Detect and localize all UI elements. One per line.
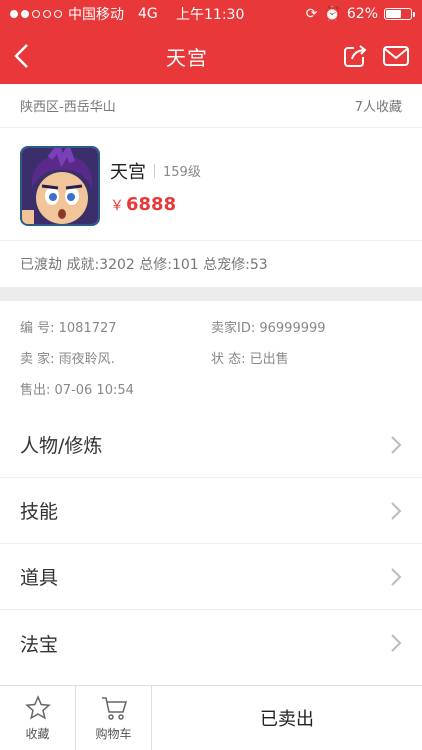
name-row: 天宫 159级 bbox=[110, 158, 201, 184]
chevron-right-icon bbox=[391, 501, 402, 520]
character-name: 天宫 bbox=[110, 161, 146, 183]
network-label: 4G bbox=[138, 6, 158, 22]
details-grid: 编 号: 1081727 卖家ID: 96999999 卖 家: 雨夜聆风. 状… bbox=[0, 301, 422, 412]
price-value: 6888 bbox=[126, 193, 177, 215]
status-right: ⟳ ⏰ 62% bbox=[305, 6, 415, 22]
nav-actions bbox=[342, 43, 410, 69]
page-title: 天宫 bbox=[166, 45, 208, 70]
favorite-count: 7人收藏 bbox=[354, 100, 402, 115]
cart-button[interactable]: 购物车 bbox=[76, 686, 152, 750]
section-divider bbox=[0, 287, 422, 301]
item-id: 编 号: 1081727 bbox=[20, 321, 117, 336]
chevron-right-icon bbox=[391, 435, 402, 454]
share-button[interactable] bbox=[342, 43, 368, 69]
favorite-button[interactable]: 收藏 bbox=[0, 686, 76, 750]
header: 中国移动 4G 上午11:30 ⟳ ⏰ 62% 天宫 bbox=[0, 0, 422, 84]
character-level: 159级 bbox=[163, 165, 201, 180]
sold-status: 已卖出 bbox=[260, 709, 314, 730]
cart-label: 购物车 bbox=[95, 726, 132, 741]
character-avatar bbox=[20, 146, 100, 226]
share-icon bbox=[344, 45, 367, 67]
stats-line: 已渡劫 成就:3202 总修:101 总宠修:53 bbox=[20, 257, 268, 273]
menu-item-label: 道具 bbox=[20, 567, 59, 589]
chevron-left-icon bbox=[14, 44, 28, 68]
battery-icon bbox=[384, 8, 415, 20]
alarm-icon: ⏰ bbox=[323, 6, 341, 22]
star-icon bbox=[24, 694, 51, 720]
sold-time: 售出: 07-06 10:54 bbox=[20, 383, 134, 398]
chevron-right-icon bbox=[391, 567, 402, 586]
menu-item-label: 技能 bbox=[20, 501, 59, 523]
status-left: 中国移动 4G bbox=[10, 4, 158, 24]
seller-name: 卖 家: 雨夜聆风. bbox=[20, 352, 115, 367]
nav-bar: 天宫 bbox=[0, 28, 422, 84]
character-card: 天宫 159级 ￥ 6888 bbox=[0, 128, 422, 241]
mail-icon bbox=[383, 46, 409, 66]
price: ￥ 6888 bbox=[110, 194, 201, 215]
status-bar: 中国移动 4G 上午11:30 ⟳ ⏰ 62% bbox=[0, 0, 422, 28]
menu-item-character[interactable]: 人物/修炼 bbox=[0, 412, 422, 478]
character-info: 天宫 159级 ￥ 6888 bbox=[110, 158, 201, 215]
menu-item-label: 人物/修炼 bbox=[20, 435, 103, 457]
carrier-label: 中国移动 bbox=[68, 7, 124, 23]
cart-icon bbox=[101, 696, 127, 720]
favorite-label: 收藏 bbox=[25, 726, 50, 741]
menu-item-label: 法宝 bbox=[20, 633, 59, 656]
menu-item-treasures[interactable]: 法宝 bbox=[0, 610, 422, 676]
message-button[interactable] bbox=[382, 44, 410, 68]
currency-symbol: ￥ bbox=[110, 197, 124, 214]
server-name: 陕西区-西岳华山 bbox=[20, 100, 116, 115]
region-bar: 陕西区-西岳华山 7人收藏 bbox=[0, 84, 422, 128]
lock-rotation-icon: ⟳ bbox=[305, 6, 318, 22]
menu-list: 人物/修炼 技能 道具 法宝 bbox=[0, 412, 422, 676]
seller-id: 卖家ID: 96999999 bbox=[211, 321, 326, 336]
menu-item-skills[interactable]: 技能 bbox=[0, 478, 422, 544]
divider bbox=[154, 163, 155, 178]
sale-status: 状 态: 已出售 bbox=[211, 352, 289, 367]
menu-item-items[interactable]: 道具 bbox=[0, 544, 422, 610]
battery-percent: 62% bbox=[346, 6, 378, 22]
chevron-right-icon bbox=[391, 634, 402, 652]
back-button[interactable] bbox=[12, 43, 32, 69]
status-time: 上午11:30 bbox=[176, 7, 245, 23]
bottom-bar: 收藏 购物车 已卖出 bbox=[0, 685, 422, 750]
signal-icon bbox=[10, 10, 62, 18]
